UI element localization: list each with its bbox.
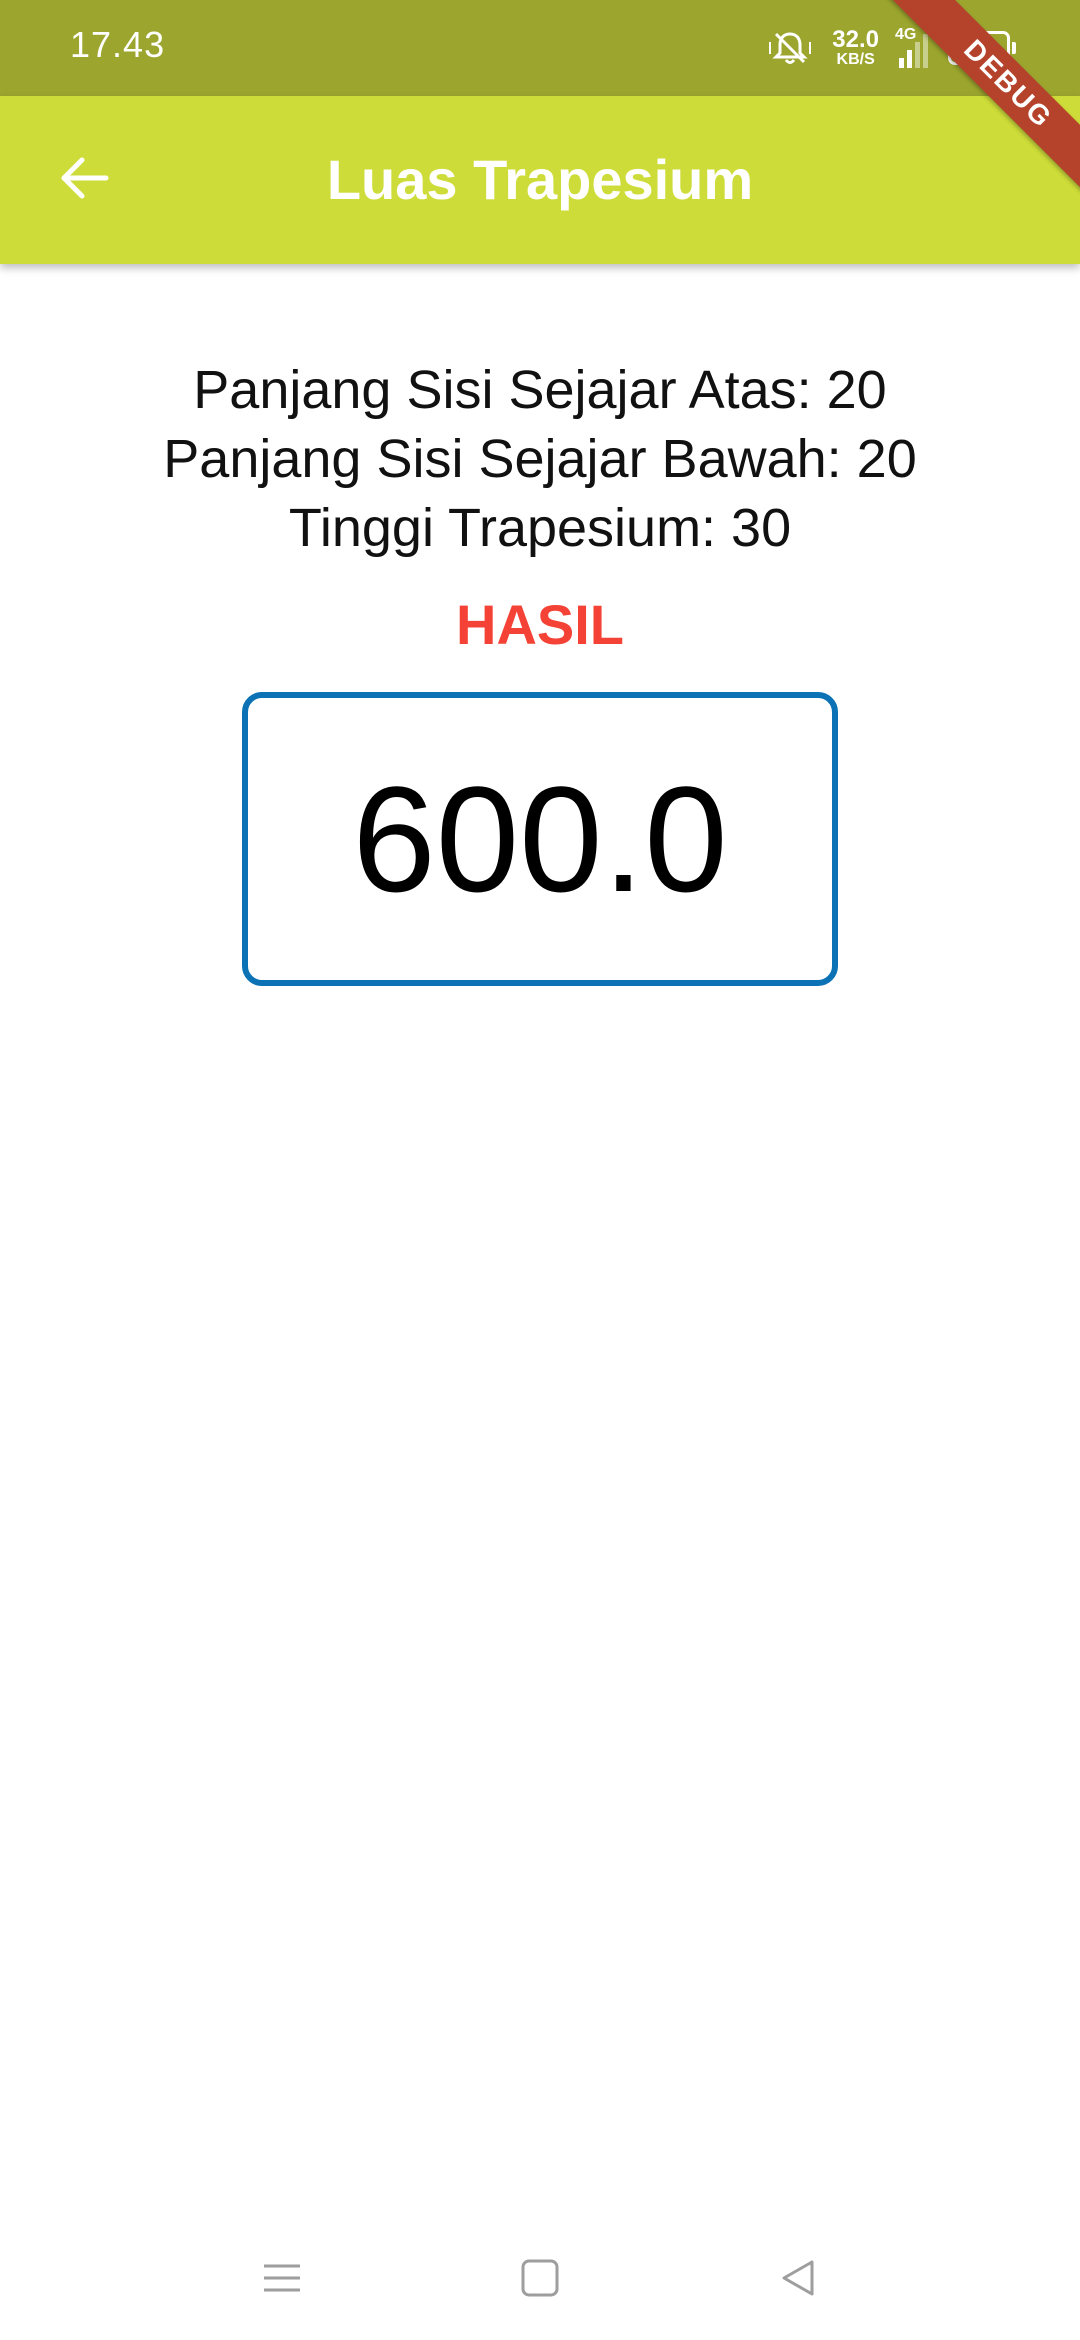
network-speed-unit: KB/S	[836, 51, 875, 68]
app-bar: Luas Trapesium	[0, 96, 1080, 264]
home-button[interactable]	[510, 2250, 570, 2310]
network-speed-value: 32.0	[832, 26, 879, 53]
status-time: 17.43	[70, 24, 166, 65]
result-value: 600.0	[352, 755, 728, 923]
home-icon	[520, 2258, 560, 2303]
arrow-back-icon	[56, 150, 112, 211]
bottom-parallel-side-text: Panjang Sisi Sejajar Bawah: 20	[163, 429, 917, 489]
top-parallel-side-text: Panjang Sisi Sejajar Atas: 20	[193, 360, 887, 420]
back-triangle-icon	[778, 2258, 818, 2303]
result-box: 600.0	[242, 692, 838, 986]
screen: 17.43 32.0 KB/S 4G DEBUG Luas Trapesium …	[0, 0, 1080, 2340]
mute-vibrate-icon	[768, 28, 812, 68]
back-nav-button[interactable]	[768, 2250, 828, 2310]
page-title: Luas Trapesium	[326, 148, 754, 211]
back-button[interactable]	[40, 136, 128, 224]
menu-icon	[262, 2258, 302, 2303]
recent-apps-button[interactable]	[252, 2250, 312, 2310]
system-nav-bar	[0, 2220, 1080, 2340]
result-label: HASIL	[456, 593, 624, 656]
network-type: 4G	[895, 26, 917, 43]
input-summary: Panjang Sisi Sejajar Atas: 20 Panjang Si…	[0, 356, 1080, 563]
network-speed: 32.0 KB/S	[832, 28, 879, 68]
signal-icon: 4G	[895, 26, 928, 68]
height-text: Tinggi Trapesium: 30	[288, 498, 792, 558]
